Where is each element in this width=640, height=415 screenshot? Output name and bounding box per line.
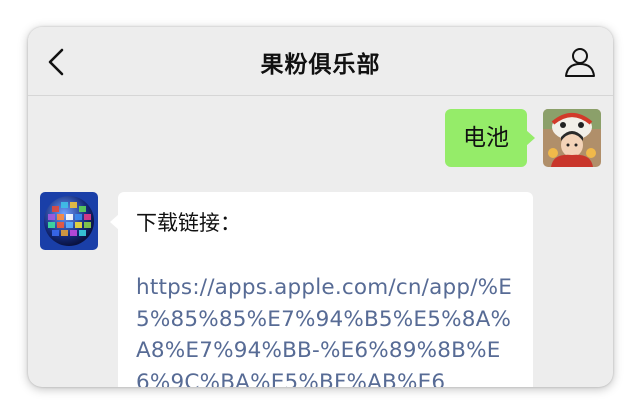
person-icon bbox=[565, 48, 595, 77]
group-info-button[interactable] bbox=[563, 45, 597, 79]
incoming-message-bubble[interactable]: 下载链接： https://apps.apple.com/cn/app/%E5%… bbox=[110, 192, 533, 387]
nav-bar: 果粉俱乐部 bbox=[28, 27, 613, 96]
outgoing-message-bubble[interactable]: 电池 bbox=[445, 109, 535, 167]
my-avatar[interactable] bbox=[543, 109, 601, 167]
sender-avatar[interactable] bbox=[40, 192, 98, 250]
app-store-link[interactable]: https://apps.apple.com/cn/app/%E5%85%85%… bbox=[136, 272, 515, 387]
chat-window: 果粉俱乐部 电池 下载链接： https://apps.apple.com/cn… bbox=[28, 27, 613, 387]
lion-dance-avatar-image bbox=[543, 109, 601, 167]
outgoing-message-text: 电池 bbox=[463, 125, 509, 151]
chat-title: 果粉俱乐部 bbox=[260, 52, 381, 78]
download-link-label: 下载链接： bbox=[136, 211, 241, 235]
globe-avatar-image bbox=[40, 192, 98, 250]
